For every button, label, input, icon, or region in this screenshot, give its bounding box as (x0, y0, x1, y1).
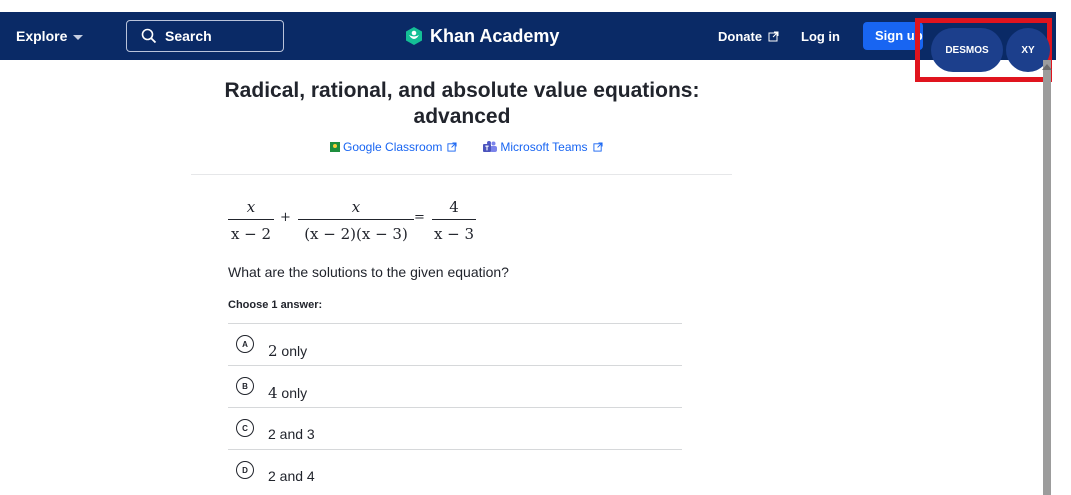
answer-label: 4 only (268, 384, 307, 402)
external-link-icon (592, 142, 603, 152)
search-button[interactable]: Search (126, 20, 284, 52)
page: Explore Search Khan Academy Donate Log i… (0, 0, 1071, 495)
plus-sign: + (280, 210, 291, 225)
answer-list: A 2 only B 4 only C 2 and 3 D 2 and 4 (228, 323, 682, 491)
fraction-bar (228, 219, 274, 220)
explore-menu-button[interactable]: Explore (16, 12, 84, 60)
answer-value: 2 and 3 (268, 426, 315, 442)
fraction-bar (432, 219, 476, 220)
answer-value: 4 (268, 384, 278, 402)
fraction-bar (298, 219, 414, 220)
scrollbar[interactable] (1043, 60, 1051, 495)
fraction-3-numerator: 4 (449, 198, 459, 216)
answer-label: 2 and 4 (268, 468, 315, 484)
login-link[interactable]: Log in (801, 12, 840, 60)
question-text: What are the solutions to the given equa… (228, 264, 509, 280)
khan-academy-home-link[interactable]: Khan Academy (404, 12, 559, 60)
choose-answer-label: Choose 1 answer: (228, 299, 323, 311)
answer-option-b[interactable]: B 4 only (228, 365, 682, 407)
answer-value: 2 and 4 (268, 468, 315, 484)
answer-suffix: only (277, 343, 308, 359)
answer-suffix: only (277, 385, 308, 401)
external-link-icon (768, 31, 779, 41)
xy-label: XY (1021, 44, 1035, 56)
google-classroom-label: Google Classroom (343, 140, 443, 154)
answer-option-a[interactable]: A 2 only (228, 323, 682, 365)
top-navigation: Explore Search Khan Academy Donate Log i… (0, 12, 1056, 60)
external-link-icon (447, 142, 457, 152)
answer-label: 2 and 3 (268, 426, 315, 442)
answer-option-d[interactable]: D 2 and 4 (228, 449, 682, 491)
scroll-up-arrow-icon[interactable] (1042, 64, 1052, 70)
divider (191, 174, 732, 175)
login-label: Log in (801, 28, 840, 44)
equals-sign: = (414, 210, 425, 225)
fraction-2: x (x − 2)(x − 3) (298, 196, 414, 243)
answer-label: 2 only (268, 342, 307, 360)
fraction-3-denominator: x − 3 (433, 225, 475, 243)
answer-option-c[interactable]: C 2 and 3 (228, 407, 682, 449)
google-classroom-link[interactable]: Google Classroom (330, 140, 457, 154)
fraction-1: x x − 2 (228, 196, 274, 243)
khan-academy-logo-icon (406, 27, 422, 45)
choice-letter-badge: D (236, 461, 254, 479)
microsoft-teams-label: Microsoft Teams (500, 140, 588, 154)
search-icon (141, 28, 157, 44)
fraction-1-numerator: x (246, 198, 256, 216)
microsoft-teams-link[interactable]: Microsoft Teams (483, 140, 603, 154)
brand-name: Khan Academy (430, 25, 560, 46)
donate-label: Donate (718, 28, 763, 44)
fraction-1-denominator: x − 2 (230, 225, 272, 243)
search-label: Search (165, 28, 212, 44)
desmos-label: DESMOS (945, 44, 989, 56)
caret-down-icon (73, 34, 84, 40)
share-links: Google Classroom Microsoft Teams (330, 140, 629, 154)
choice-letter-badge: A (236, 335, 254, 353)
page-title: Radical, rational, and absolute value eq… (224, 79, 700, 128)
choice-letter-badge: B (236, 377, 254, 395)
fraction-2-denominator: (x − 2)(x − 3) (304, 225, 408, 243)
microsoft-teams-icon (483, 141, 498, 152)
fraction-3: 4 x − 3 (432, 196, 476, 243)
fraction-2-numerator: x (351, 198, 361, 216)
google-classroom-icon (330, 142, 340, 152)
desmos-calculator-button[interactable]: DESMOS (931, 28, 1003, 72)
explore-label: Explore (16, 28, 68, 44)
choice-letter-badge: C (236, 419, 254, 437)
answer-value: 2 (268, 342, 278, 360)
signup-button[interactable]: Sign up (863, 22, 923, 50)
donate-link[interactable]: Donate (718, 12, 779, 60)
